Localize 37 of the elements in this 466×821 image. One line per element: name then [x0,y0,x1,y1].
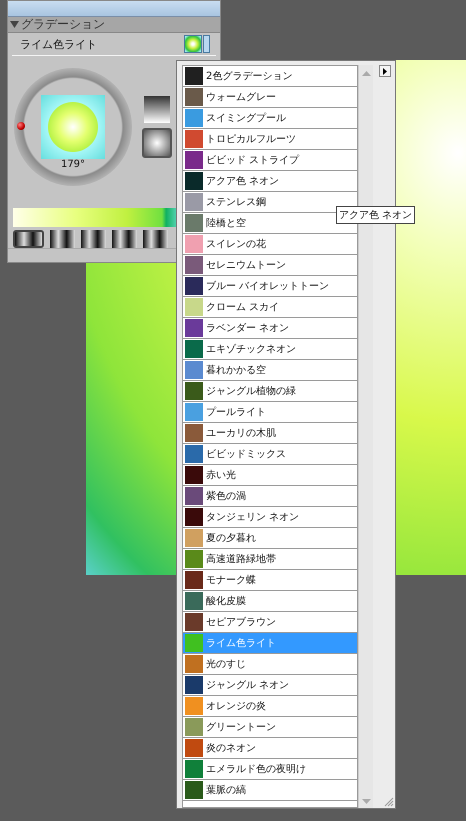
gradient-list-item[interactable]: エメラルド色の夜明け [183,759,357,780]
angle-value: 179° [60,159,86,170]
gradient-list-item[interactable]: オレンジの炎 [183,696,357,717]
gradient-list-item[interactable]: トロピカルフルーツ [183,129,357,150]
gradient-list-item[interactable]: 2色グラデーション [183,66,357,87]
gradient-list-item[interactable]: 酸化皮膜 [183,591,357,612]
gradient-list-item[interactable]: グリーントーン [183,717,357,738]
gradient-list-item[interactable]: スイレンの花 [183,234,357,255]
gradient-list-item[interactable]: 炎のネオン [183,738,357,759]
gradient-list-item[interactable]: 赤い光 [183,465,357,486]
gradient-list-item[interactable]: アクア色 ネオン [183,171,357,192]
gradient-list-item[interactable]: 夏の夕暮れ [183,528,357,549]
gradient-list-item[interactable]: セレニウムトーン [183,255,357,276]
gradient-list-item[interactable]: セピアブラウン [183,612,357,633]
gradient-list-item[interactable]: モナーク蝶 [183,570,357,591]
gradient-list-item[interactable]: ラベンダー ネオン [183,318,357,339]
gradient-list-item[interactable]: プールライト [183,402,357,423]
tooltip: アクア色 ネオン [336,206,416,224]
gradient-list-item[interactable]: エキゾチックネオン [183,339,357,360]
gradient-list-item[interactable]: ユーカリの木肌 [183,423,357,444]
gradient-list-item[interactable]: 暮れかかる空 [183,360,357,381]
gradient-list-item[interactable]: ジャングル ネオン [183,675,357,696]
gradient-list-item[interactable]: 光のすじ [183,654,357,675]
gradient-list-item[interactable]: 高速道路緑地帯 [183,549,357,570]
gradient-list-item[interactable]: ブルー バイオレットトーン [183,276,357,297]
preset-name: ライム色ライト [20,36,98,52]
gradient-list-item[interactable]: 紫色の渦 [183,486,357,507]
panel-title: グラデーション [21,16,106,34]
gradient-list-item[interactable]: ビビッド ストライプ [183,150,357,171]
gradient-list-item[interactable]: 葉脈の縞 [183,780,357,801]
gradient-list-item[interactable]: ジャングル植物の緑 [183,381,357,402]
gradient-list-item[interactable]: ウォームグレー [183,87,357,108]
angle-dial[interactable]: 179° [14,68,132,186]
gradient-list-item[interactable]: ビビッドミックス [183,444,357,465]
gradient-list-item[interactable]: タンジェリン ネオン [183,507,357,528]
gradient-list-item[interactable]: スイミングプール [183,108,357,129]
gradient-list-item[interactable]: クローム スカイ [183,297,357,318]
